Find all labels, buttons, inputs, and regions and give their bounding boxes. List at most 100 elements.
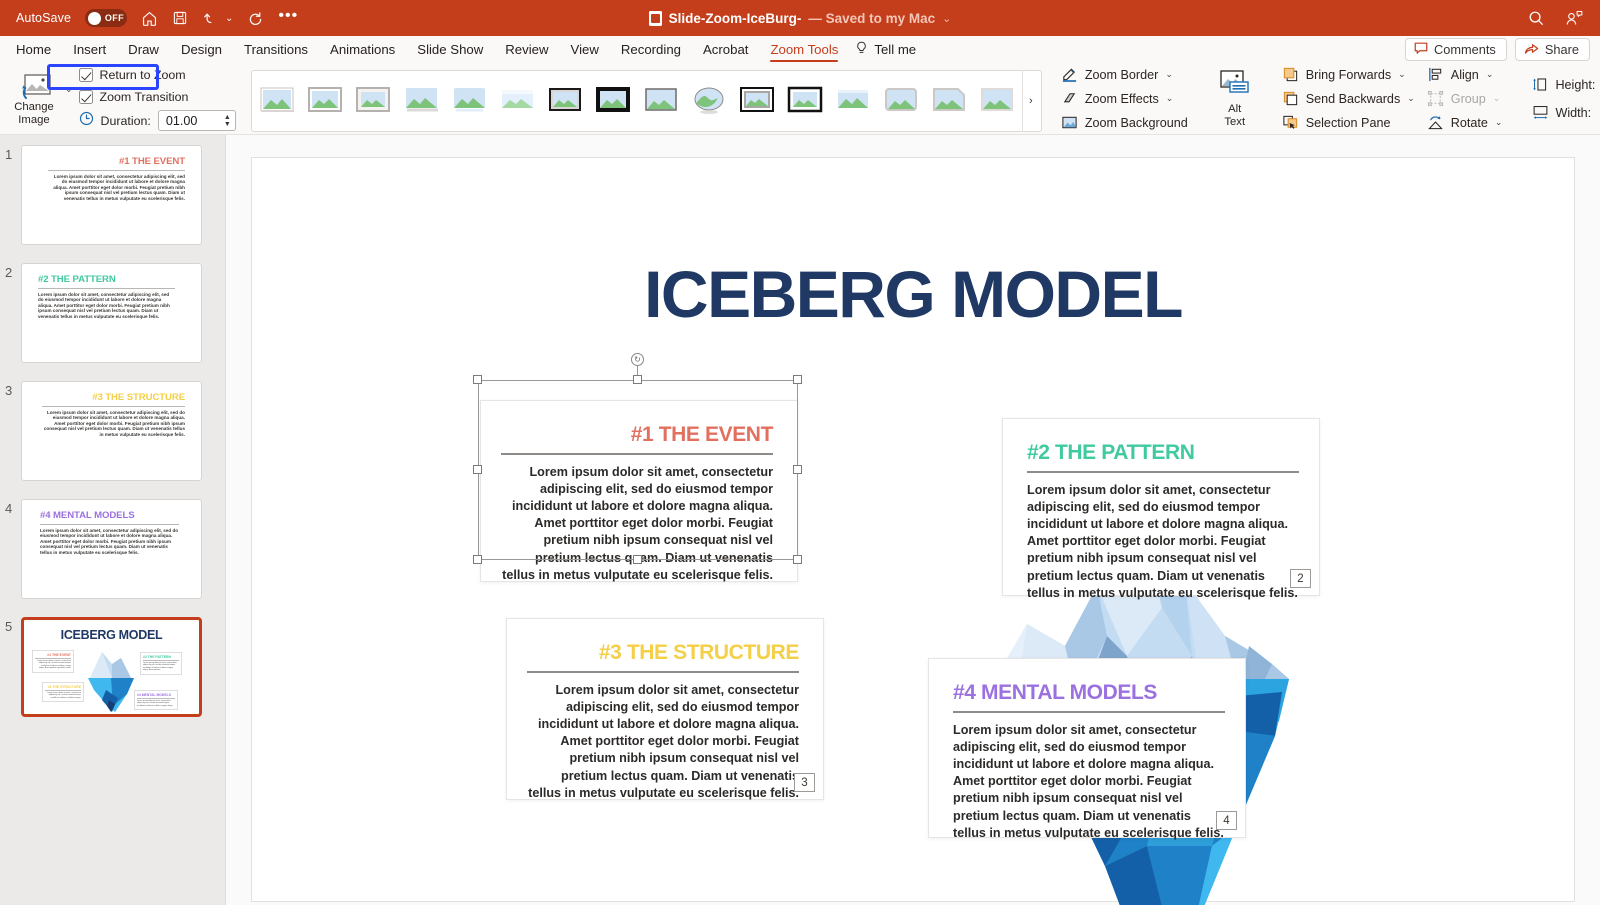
zoom-card-1-body: Lorem ipsum dolor sit amet, consectetur … [501, 464, 773, 584]
zoom-style-1[interactable] [254, 73, 302, 129]
zoom-style-5[interactable] [446, 73, 494, 129]
save-icon[interactable] [172, 10, 188, 26]
slide-title[interactable]: ICEBERG MODEL [252, 256, 1574, 332]
selection-pane-button[interactable]: Selection Pane [1282, 113, 1415, 132]
zoom-style-16[interactable] [974, 73, 1022, 129]
undo-caret-icon[interactable]: ⌄ [225, 13, 233, 24]
zoom-style-2[interactable] [302, 73, 350, 129]
slide-thumbnail-2[interactable]: #2 THE PATTERN Lorem ipsum dolor sit ame… [21, 263, 202, 363]
slide-thumbnail-4[interactable]: #4 MENTAL MODELS Lorem ipsum dolor sit a… [21, 499, 202, 599]
thumb-card-3: #3 THE STRUCTURE Lorem ipsum dolor sit a… [34, 392, 193, 437]
comments-label: Comments [1434, 42, 1496, 57]
thumbnail-row-3[interactable]: 3 #3 THE STRUCTURE Lorem ipsum dolor sit… [0, 381, 202, 481]
zoom-effects-button[interactable]: Zoom Effects ⌄ [1061, 89, 1188, 108]
zoom-card-4[interactable]: #4 MENTAL MODELS Lorem ipsum dolor sit a… [928, 658, 1246, 838]
lightbulb-icon [855, 41, 868, 59]
tab-zoom-tools[interactable]: Zoom Tools [759, 36, 849, 63]
zoom-style-14[interactable] [878, 73, 926, 129]
comments-button[interactable]: Comments [1405, 38, 1507, 61]
zoom-card-2[interactable]: #2 THE PATTERN Lorem ipsum dolor sit ame… [1002, 418, 1320, 596]
home-icon[interactable] [141, 10, 158, 27]
autosave-knob [88, 12, 101, 25]
duration-stepper[interactable]: 01.00 ▲▼ [158, 110, 236, 131]
account-icon[interactable] [1565, 9, 1584, 27]
send-backwards-chevron-down-icon[interactable]: ⌄ [1407, 93, 1415, 104]
rotation-handle[interactable]: ↻ [631, 353, 644, 366]
selection-handle-ml[interactable] [473, 465, 482, 474]
undo-icon[interactable] [202, 10, 219, 27]
bring-forwards-button[interactable]: Bring Forwards ⌄ [1282, 65, 1415, 84]
redo-icon[interactable] [247, 10, 264, 27]
thumb-title-3: #3 THE STRUCTURE [42, 392, 185, 403]
zoom-background-button[interactable]: Zoom Background [1061, 113, 1188, 132]
slide-editing-canvas[interactable]: ICEBERG MODEL [226, 135, 1600, 905]
slide-thumbnail-panel[interactable]: 1 #1 THE EVENT Lorem ipsum dolor sit ame… [0, 135, 226, 905]
presentation-file-icon [649, 11, 662, 26]
title-chevron-down-icon[interactable]: ⌄ [942, 12, 951, 25]
zoom-border-button[interactable]: Zoom Border ⌄ [1061, 65, 1188, 84]
tab-transitions[interactable]: Transitions [233, 36, 319, 63]
tab-home[interactable]: Home [5, 36, 62, 63]
tab-acrobat[interactable]: Acrobat [692, 36, 759, 63]
change-image-button[interactable]: Change Image [5, 70, 63, 127]
change-image-chevron-down-icon[interactable]: ⌄ [65, 84, 73, 95]
group-button: Group ⌄ [1427, 89, 1503, 108]
alt-text-button[interactable]: Alt Text [1212, 69, 1258, 129]
gallery-more-chevron-icon[interactable]: › [1022, 70, 1039, 132]
selection-handle-mr[interactable] [793, 465, 802, 474]
selection-handle-bc[interactable] [633, 555, 642, 564]
rotate-button[interactable]: Rotate ⌄ [1427, 113, 1503, 132]
thumbnail-row-2[interactable]: 2 #2 THE PATTERN Lorem ipsum dolor sit a… [0, 263, 202, 363]
zoom-style-15[interactable] [926, 73, 974, 129]
tab-draw[interactable]: Draw [117, 36, 170, 63]
zoom-style-7[interactable] [542, 73, 590, 129]
zoom-style-9[interactable] [638, 73, 686, 129]
zoom-styles-gallery[interactable]: › [251, 70, 1042, 132]
zoom-style-11[interactable] [734, 73, 782, 129]
rotate-chevron-down-icon[interactable]: ⌄ [1495, 117, 1503, 128]
tab-review[interactable]: Review [494, 36, 559, 63]
duration-spinner-arrows[interactable]: ▲▼ [224, 114, 235, 128]
align-chevron-down-icon[interactable]: ⌄ [1486, 69, 1494, 80]
selection-handle-br[interactable] [793, 555, 802, 564]
slide-number-1: 1 [0, 145, 21, 162]
selection-handle-tl[interactable] [473, 375, 482, 384]
zoom-transition-checkbox[interactable]: Zoom Transition [79, 88, 236, 107]
tab-recording[interactable]: Recording [610, 36, 692, 63]
thumbnail-row-4[interactable]: 4 #4 MENTAL MODELS Lorem ipsum dolor sit… [0, 499, 202, 599]
tell-me-box[interactable]: Tell me [849, 41, 916, 59]
zoom-card-3[interactable]: #3 THE STRUCTURE Lorem ipsum dolor sit a… [506, 618, 824, 800]
tab-slide-show[interactable]: Slide Show [406, 36, 494, 63]
slide-thumbnail-3[interactable]: #3 THE STRUCTURE Lorem ipsum dolor sit a… [21, 381, 202, 481]
tab-insert[interactable]: Insert [62, 36, 117, 63]
thumbnail-row-5[interactable]: 5 ICEBERG MODEL #1 THE EVENT [0, 617, 202, 717]
share-button[interactable]: Share [1515, 38, 1590, 61]
selection-handle-tc[interactable] [633, 375, 642, 384]
effects-icon [1061, 90, 1078, 107]
return-to-zoom-checkbox[interactable]: Return to Zoom [79, 66, 236, 85]
align-button[interactable]: Align ⌄ [1427, 65, 1503, 84]
zoom-style-6[interactable] [494, 73, 542, 129]
zoom-style-10[interactable] [686, 73, 734, 129]
zoom-style-4[interactable] [398, 73, 446, 129]
zoom-effects-chevron-down-icon[interactable]: ⌄ [1166, 93, 1174, 104]
selection-handle-tr[interactable] [793, 375, 802, 384]
tab-view[interactable]: View [560, 36, 610, 63]
zoom-style-12[interactable] [782, 73, 830, 129]
zoom-style-8[interactable] [590, 73, 638, 129]
send-backwards-button[interactable]: Send Backwards ⌄ [1282, 89, 1415, 108]
tab-design[interactable]: Design [170, 36, 233, 63]
bring-forwards-chevron-down-icon[interactable]: ⌄ [1398, 69, 1406, 80]
zoom-border-chevron-down-icon[interactable]: ⌄ [1165, 69, 1173, 80]
current-slide[interactable]: ICEBERG MODEL [251, 157, 1575, 902]
more-options-icon[interactable]: ••• [278, 8, 298, 28]
selection-handle-bl[interactable] [473, 555, 482, 564]
zoom-style-13[interactable] [830, 73, 878, 129]
search-icon[interactable] [1527, 9, 1545, 27]
autosave-toggle[interactable]: OFF [85, 9, 127, 27]
slide-thumbnail-1[interactable]: #1 THE EVENT Lorem ipsum dolor sit amet,… [21, 145, 202, 245]
slide-thumbnail-5[interactable]: ICEBERG MODEL #1 THE EVENT Lor [21, 617, 202, 717]
zoom-style-3[interactable] [350, 73, 398, 129]
thumbnail-row-1[interactable]: 1 #1 THE EVENT Lorem ipsum dolor sit ame… [0, 145, 202, 245]
tab-animations[interactable]: Animations [319, 36, 406, 63]
